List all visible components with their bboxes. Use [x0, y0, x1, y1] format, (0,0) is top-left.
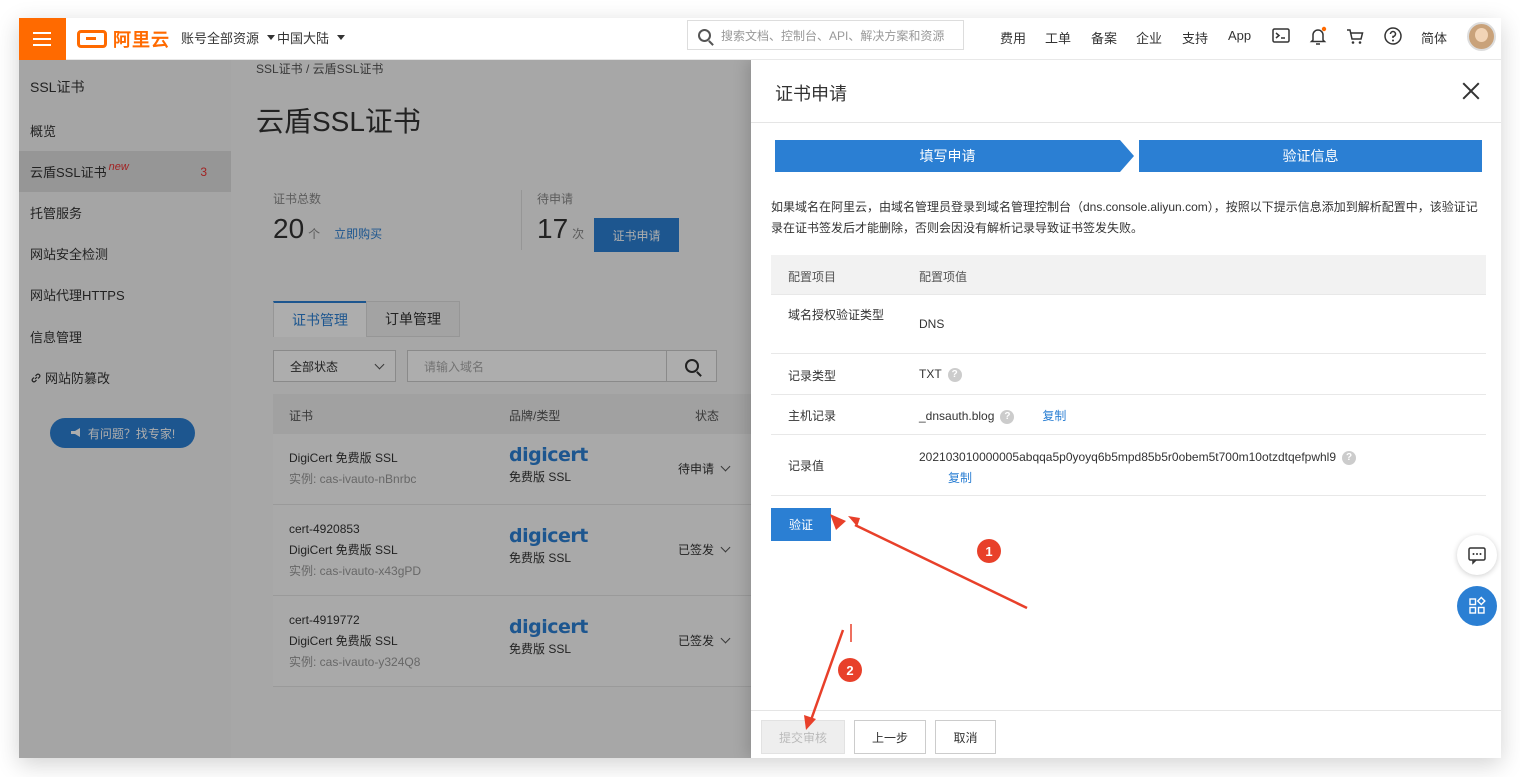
verify-button[interactable]: 验证: [771, 508, 831, 541]
drawer-title: 证书申请: [775, 84, 847, 104]
cancel-button[interactable]: 取消: [935, 720, 996, 754]
nav-support[interactable]: 支持: [1182, 28, 1208, 47]
top-navigation-bar: 阿里云 账号全部资源 中国大陆 搜索文档、控制台、API、解决方案和资源 费用 …: [19, 18, 1501, 60]
aliyun-logo[interactable]: 阿里云: [77, 25, 170, 53]
nav-billing[interactable]: 费用: [1000, 28, 1026, 47]
apps-icon: [1469, 596, 1486, 614]
global-search-input[interactable]: 搜索文档、控制台、API、解决方案和资源: [687, 20, 964, 50]
step-indicator: 填写申请 验证信息: [775, 140, 1482, 172]
table-row: 记录类型 TXT?: [771, 354, 1486, 395]
nav-icp[interactable]: 备案: [1091, 28, 1117, 47]
shopping-cart-icon[interactable]: [1345, 26, 1365, 46]
copy-host-record-link[interactable]: 复制: [1042, 409, 1066, 423]
search-icon: [698, 28, 711, 42]
account-resources-dropdown[interactable]: 账号全部资源: [181, 28, 276, 47]
caret-down-icon: [267, 35, 276, 40]
step-arrow-icon: [1120, 140, 1139, 172]
annotation-step-1-badge: 1: [977, 539, 1001, 563]
apps-float-button[interactable]: [1457, 586, 1497, 626]
user-avatar[interactable]: [1467, 22, 1496, 51]
nav-enterprise[interactable]: 企业: [1136, 28, 1162, 47]
certificate-apply-drawer: 证书申请 填写申请 验证信息 如果域名在阿里云，由域名管理员登录到域名管理控制台…: [751, 60, 1501, 758]
dns-config-table: 配置项目 配置项值 域名授权验证类型 DNS 记录类型 TXT? 主机记录 _d…: [771, 255, 1486, 496]
table-header: 配置项目 配置项值: [771, 255, 1486, 295]
previous-step-button[interactable]: 上一步: [854, 720, 926, 754]
copy-record-value-link[interactable]: 复制: [948, 471, 972, 485]
annotation-step-2-badge: 2: [838, 658, 862, 682]
aliyun-logo-icon: [77, 30, 107, 48]
nav-app[interactable]: App: [1228, 28, 1251, 43]
modal-backdrop[interactable]: [19, 60, 751, 758]
language-switch[interactable]: 简体: [1421, 28, 1447, 47]
table-row: 域名授权验证类型 DNS: [771, 295, 1486, 354]
caret-down-icon: [337, 35, 346, 40]
divider: [751, 122, 1501, 123]
submit-review-button[interactable]: 提交审核: [761, 720, 845, 754]
browser-window: 阿里云 账号全部资源 中国大陆 搜索文档、控制台、API、解决方案和资源 费用 …: [19, 18, 1501, 758]
help-icon[interactable]: ?: [947, 367, 962, 382]
nav-tickets[interactable]: 工单: [1045, 28, 1071, 47]
chat-float-button[interactable]: [1457, 535, 1497, 575]
table-row: 记录值 202103010000005abqqa5p0yoyq6b5mpd85b…: [771, 435, 1486, 496]
instruction-text: 如果域名在阿里云，由域名管理员登录到域名管理控制台（dns.console.al…: [771, 200, 1478, 235]
hamburger-menu-button[interactable]: [19, 18, 66, 60]
terminal-icon[interactable]: [1271, 26, 1291, 46]
divider: [751, 710, 1501, 711]
notification-bell-icon[interactable]: [1308, 26, 1328, 46]
close-icon[interactable]: [1462, 82, 1480, 100]
help-circle-icon[interactable]: [1383, 26, 1403, 46]
help-icon[interactable]: ?: [1000, 409, 1015, 424]
step-fill-application: 填写申请: [775, 140, 1120, 172]
table-row: 主机记录 _dnsauth.blog? 复制: [771, 395, 1486, 435]
help-icon[interactable]: ?: [1342, 450, 1357, 465]
chat-icon: [1468, 547, 1486, 565]
step-verify-info: 验证信息: [1139, 140, 1482, 172]
region-dropdown[interactable]: 中国大陆: [277, 28, 346, 47]
